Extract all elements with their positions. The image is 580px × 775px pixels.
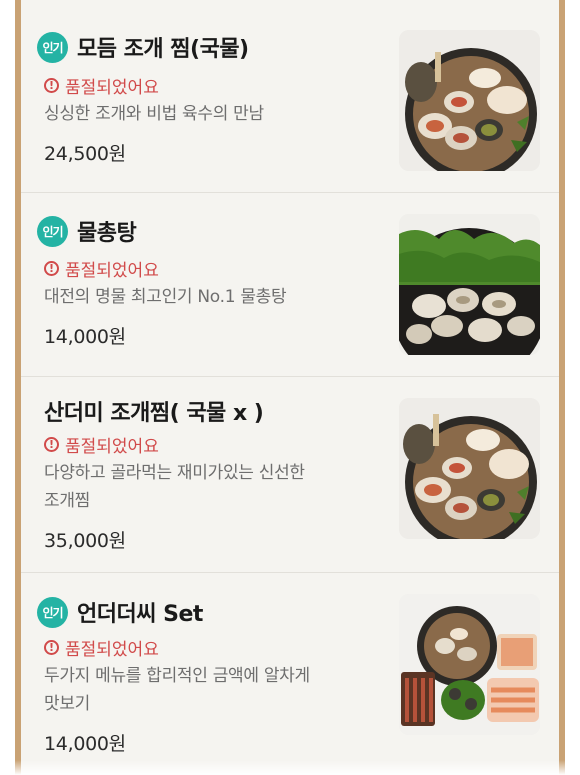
menu-item-title-row: 인기 물총탕: [37, 214, 137, 248]
menu-item-price: 14,000원: [44, 733, 126, 755]
soldout-status: ! 품절되었어요: [44, 73, 159, 98]
alert-icon: !: [44, 78, 59, 93]
soldout-status: ! 품절되었어요: [44, 256, 159, 281]
popular-badge: 인기: [37, 596, 68, 628]
menu-item-name: 모듬 조개 찜(국물): [77, 37, 249, 62]
menu-item-description: 싱싱한 조개와 비법 육수의 만남: [44, 104, 264, 124]
menu-item-name: 산더미 조개찜( 국물 x ): [44, 401, 264, 426]
menu-item-description: 다양하고 골라먹는 재미가있는 신선한 조개찜: [44, 459, 364, 515]
alert-icon: !: [44, 437, 59, 452]
steamed-clams-mountain-image: [399, 398, 540, 539]
soldout-label: 품절되었어요: [65, 437, 159, 457]
menu-item-photo[interactable]: [399, 398, 540, 539]
alert-icon: !: [44, 640, 59, 655]
popular-badge: 인기: [37, 31, 68, 63]
seafood-set-image: [399, 594, 540, 735]
menu-item-title-row: 인기 모듬 조개 찜(국물): [37, 30, 249, 64]
menu-item-price: 24,500원: [44, 143, 126, 165]
menu-item-photo[interactable]: [399, 30, 540, 171]
description-line: 두가지 메뉴를 합리적인 금액에 알차게: [44, 666, 310, 686]
menu-item[interactable]: 인기 물총탕 ! 품절되었어요 대전의 명물 최고인기 No.1 물총탕 14,…: [21, 193, 559, 377]
steamed-clams-image: [399, 30, 540, 171]
menu-item-name: 언더더씨 Set: [77, 602, 203, 627]
description-line: 조개찜: [44, 491, 91, 511]
menu-item[interactable]: 인기 모듬 조개 찜(국물) ! 품절되었어요 싱싱한 조개와 비법 육수의 만…: [21, 0, 559, 193]
menu-item-photo[interactable]: [399, 214, 540, 355]
soldout-label: 품절되었어요: [65, 640, 159, 660]
description-line: 다양하고 골라먹는 재미가있는 신선한: [44, 463, 305, 483]
soldout-status: ! 품절되었어요: [44, 635, 159, 660]
clam-soup-image: [399, 214, 540, 355]
popular-badge: 인기: [37, 215, 68, 247]
alert-icon: !: [44, 261, 59, 276]
menu-item-title-row: 산더미 조개찜( 국물 x ): [44, 394, 264, 428]
menu-list[interactable]: 인기 모듬 조개 찜(국물) ! 품절되었어요 싱싱한 조개와 비법 육수의 만…: [21, 0, 559, 775]
menu-item-name: 물총탕: [77, 221, 137, 246]
description-line: 맛보기: [44, 694, 91, 714]
soldout-label: 품절되었어요: [65, 261, 159, 281]
menu-item[interactable]: 인기 언더더씨 Set ! 품절되었어요 두가지 메뉴를 합리적인 금액에 알차…: [21, 573, 559, 775]
menu-item-title-row: 인기 언더더씨 Set: [37, 595, 203, 629]
right-border: [559, 0, 565, 775]
menu-screen: 인기 모듬 조개 찜(국물) ! 품절되었어요 싱싱한 조개와 비법 육수의 만…: [0, 0, 580, 775]
menu-item[interactable]: 산더미 조개찜( 국물 x ) ! 품절되었어요 다양하고 골라먹는 재미가있는…: [21, 377, 559, 573]
soldout-label: 품절되었어요: [65, 78, 159, 98]
menu-item-price: 14,000원: [44, 326, 126, 348]
bottom-fade: [0, 760, 580, 775]
menu-item-description: 대전의 명물 최고인기 No.1 물총탕: [44, 287, 287, 307]
menu-item-description: 두가지 메뉴를 합리적인 금액에 알차게 맛보기: [44, 662, 364, 718]
soldout-status: ! 품절되었어요: [44, 432, 159, 457]
menu-item-photo[interactable]: [399, 594, 540, 735]
menu-item-price: 35,000원: [44, 530, 126, 552]
